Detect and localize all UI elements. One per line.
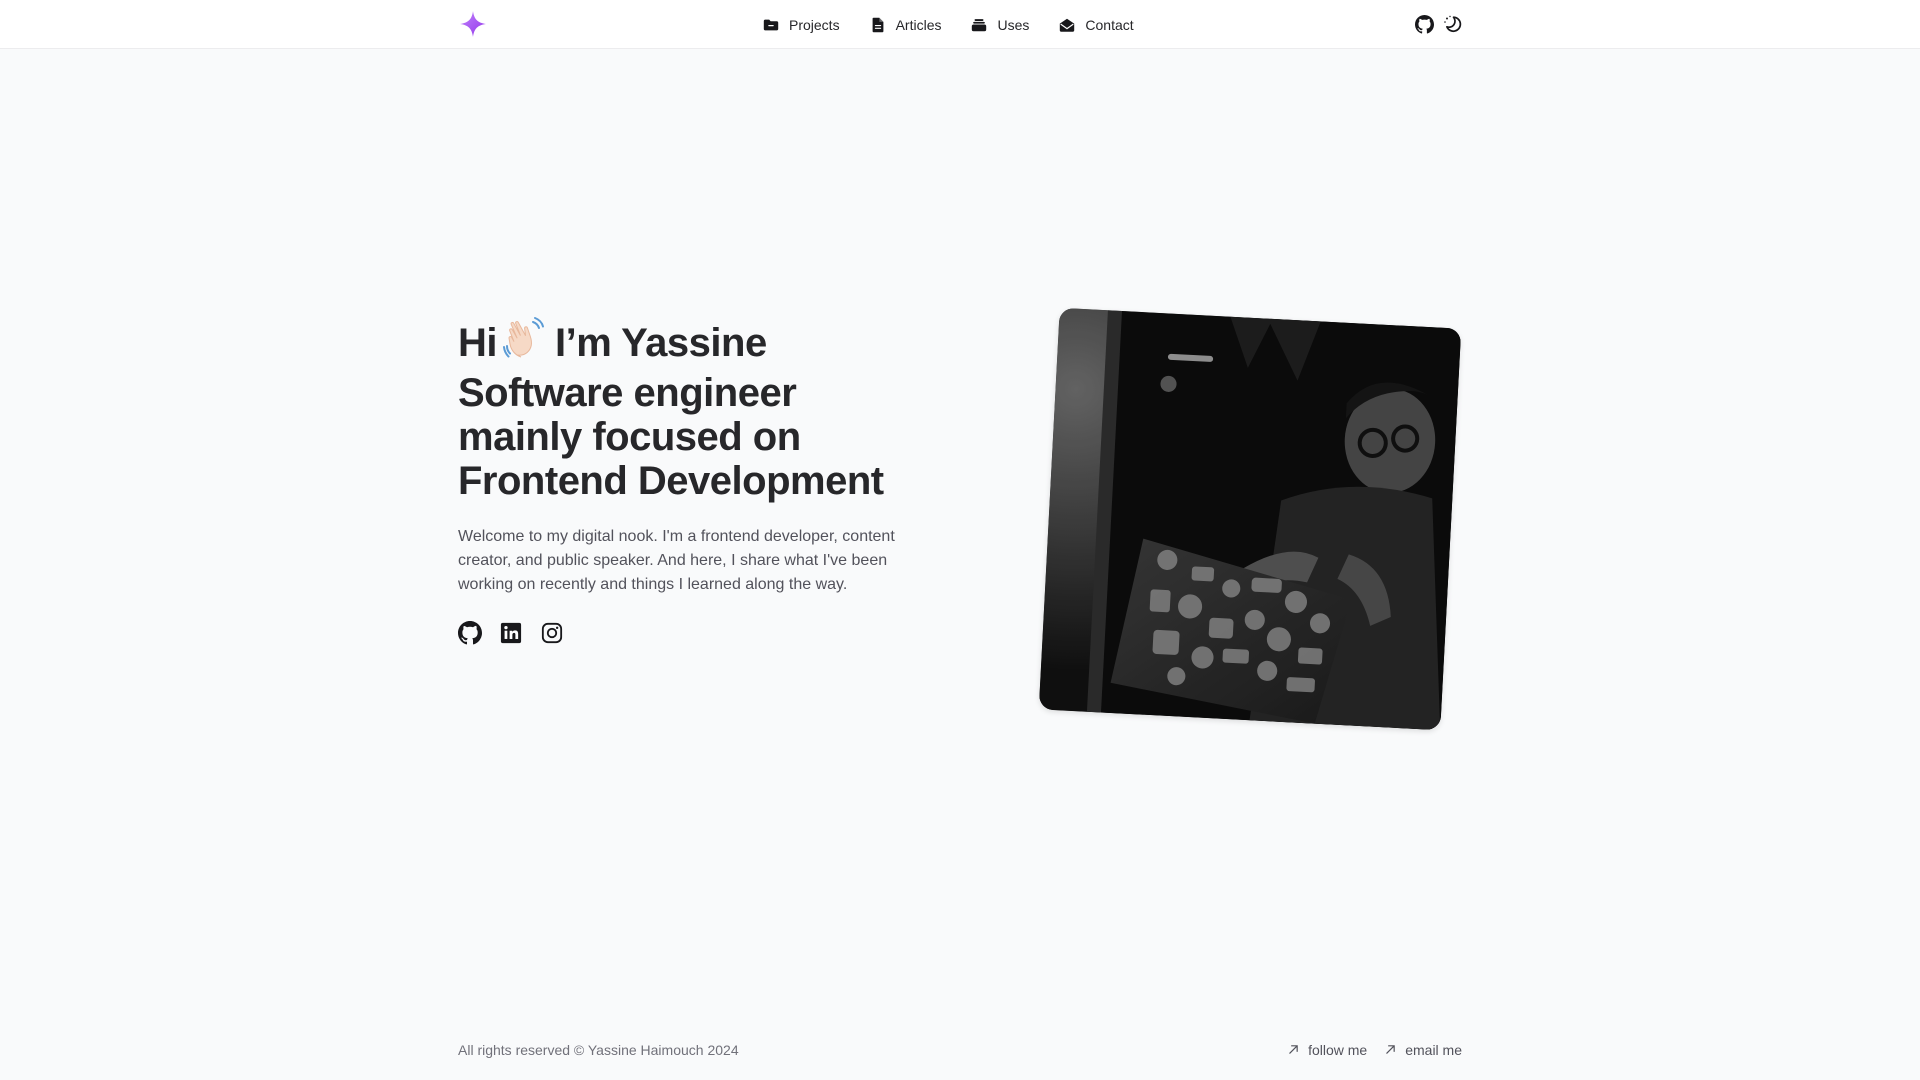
headline-line-2: Software engineer xyxy=(458,371,797,415)
copyright-text: All rights reserved © Yassine Haimouch 2… xyxy=(458,1042,739,1058)
theme-toggle-icon[interactable] xyxy=(1442,14,1462,34)
hero-section: Hi I’m Yassine Software engineer mainly f… xyxy=(458,316,948,645)
profile-photo xyxy=(1038,307,1462,731)
nav-item-projects[interactable]: Projects xyxy=(762,16,840,34)
headline-hi: Hi xyxy=(458,321,498,365)
email-me-link[interactable]: email me xyxy=(1385,1042,1462,1058)
headline-line-1: Hi I’m Yassine xyxy=(458,316,948,371)
layers-icon xyxy=(970,16,988,34)
github-icon[interactable] xyxy=(458,621,482,645)
headline-line-3: mainly focused on xyxy=(458,415,801,459)
instagram-icon[interactable] xyxy=(540,621,564,645)
envelope-open-icon xyxy=(1058,16,1076,34)
nav-item-label: Projects xyxy=(789,16,840,33)
nav-item-label: Uses xyxy=(997,16,1030,33)
github-icon[interactable] xyxy=(1414,14,1434,34)
nav-item-uses[interactable]: Uses xyxy=(970,16,1029,34)
arrow-up-right-icon xyxy=(1288,1042,1299,1058)
waving-hand-icon xyxy=(503,316,549,371)
headline-line-4: Frontend Development xyxy=(458,459,884,503)
header-actions xyxy=(1414,13,1462,35)
linkedin-icon[interactable] xyxy=(499,621,523,645)
main-nav: Projects Articles Uses Contact xyxy=(762,0,1134,49)
nav-item-articles[interactable]: Articles xyxy=(869,16,942,34)
intro-paragraph: Welcome to my digital nook. I'm a fronte… xyxy=(458,528,895,593)
nav-item-label: Contact xyxy=(1085,16,1134,33)
nav-item-contact[interactable]: Contact xyxy=(1058,16,1134,34)
sparkle-icon[interactable] xyxy=(458,9,488,39)
site-header: Projects Articles Uses Contact xyxy=(0,0,1920,49)
social-links xyxy=(458,621,948,645)
follow-me-link[interactable]: follow me xyxy=(1288,1042,1367,1058)
follow-me-label: follow me xyxy=(1308,1042,1368,1058)
footer-links: follow me email me xyxy=(1288,1042,1462,1058)
headline-name: I’m Yassine xyxy=(555,321,767,365)
nav-item-label: Articles xyxy=(895,16,942,33)
email-me-label: email me xyxy=(1405,1042,1462,1058)
document-icon xyxy=(869,16,887,34)
folder-icon xyxy=(762,16,780,34)
site-footer: All rights reserved © Yassine Haimouch 2… xyxy=(458,1040,1462,1060)
arrow-up-right-icon xyxy=(1385,1042,1396,1058)
page-title: Hi I’m Yassine Software engineer mainly f… xyxy=(458,316,948,503)
